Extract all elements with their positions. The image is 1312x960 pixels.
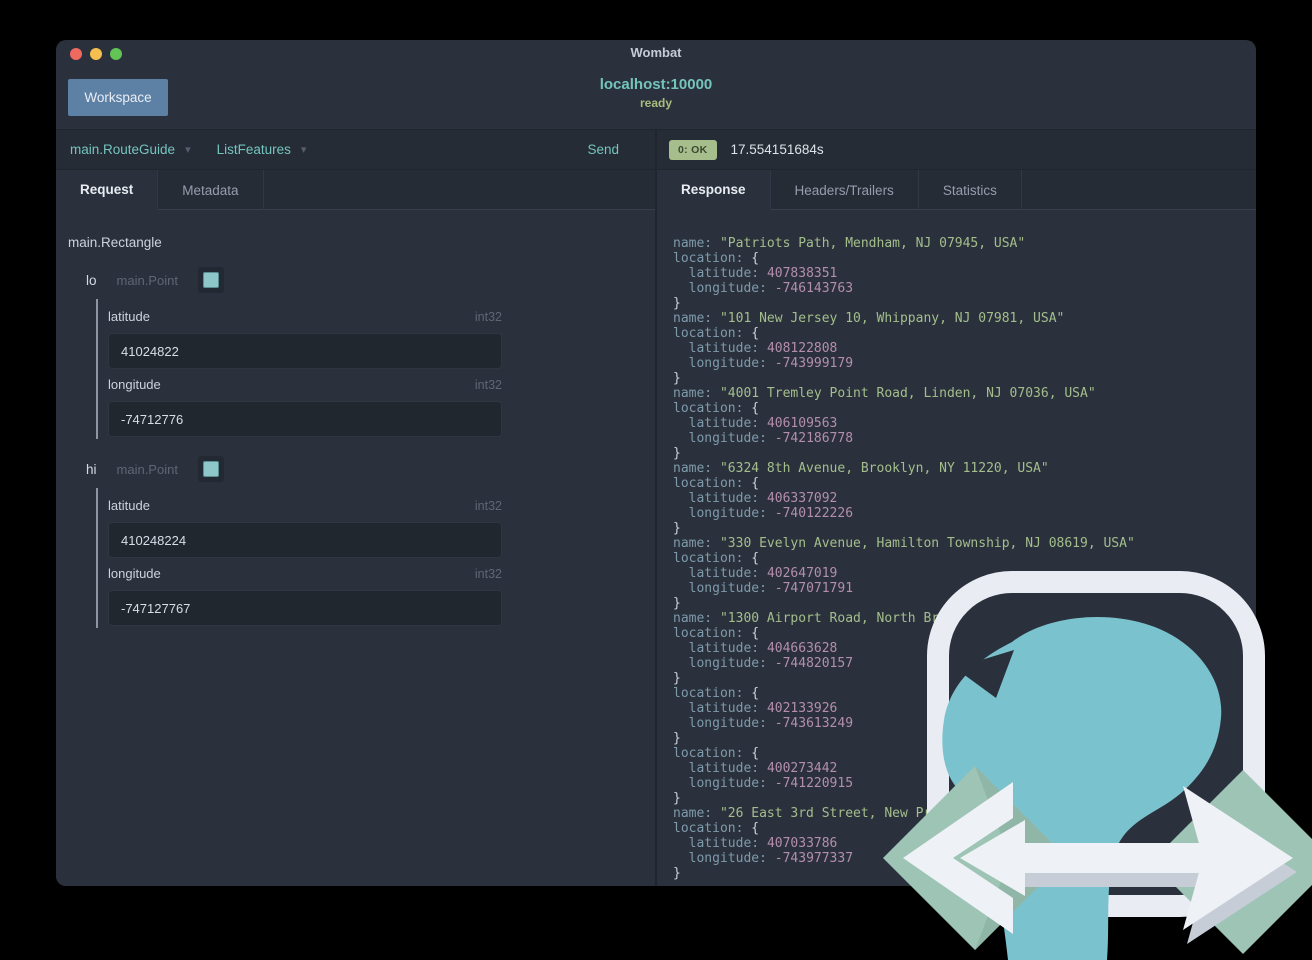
main-split: main.RouteGuide ▾ ListFeatures ▾ Send Re… xyxy=(56,130,1256,886)
titlebar: Wombat xyxy=(56,40,1256,68)
lo-present-checkbox[interactable] xyxy=(197,267,224,293)
hi-present-checkbox[interactable] xyxy=(197,456,224,482)
request-tabbar: Request Metadata xyxy=(56,170,655,210)
field-label: longitude xyxy=(108,566,161,581)
field-group-lo: lo main.Point latitude int32 41024822 lo… xyxy=(68,267,655,439)
field-type-badge: int32 xyxy=(474,499,502,513)
group-header: hi main.Point xyxy=(86,456,655,482)
field-label: longitude xyxy=(108,377,161,392)
message-type-label: main.Rectangle xyxy=(68,235,162,250)
send-button[interactable]: Send xyxy=(587,142,619,157)
tab-headers-trailers[interactable]: Headers/Trailers xyxy=(771,170,919,210)
status-badge: 0: OK xyxy=(669,139,717,160)
response-output: name: "Patriots Path, Mendham, NJ 07945,… xyxy=(673,236,1135,881)
desktop: Wombat Workspace localhost:10000 ready m… xyxy=(0,0,1312,960)
request-form: main.Rectangle lo main.Point latitude in… xyxy=(56,210,655,628)
lo-longitude-input[interactable] xyxy=(108,401,502,437)
field-type-badge: int32 xyxy=(474,567,502,581)
response-tabbar: Response Headers/Trailers Statistics xyxy=(657,170,1256,210)
request-content: main.Rectangle lo main.Point latitude in… xyxy=(56,210,655,886)
checkbox-checked-icon xyxy=(202,461,219,477)
request-pane: main.RouteGuide ▾ ListFeatures ▾ Send Re… xyxy=(56,130,655,886)
field-name: lo xyxy=(86,272,97,288)
field-label: latitude xyxy=(108,309,150,324)
method-select[interactable]: ListFeatures xyxy=(217,142,291,157)
response-pane: 0: OK 17.554151684s Response Headers/Tra… xyxy=(655,130,1256,886)
server-status: ready xyxy=(639,96,673,110)
tab-metadata[interactable]: Metadata xyxy=(158,170,264,210)
field-label: latitude xyxy=(108,498,150,513)
lo-latitude-input[interactable] xyxy=(108,333,502,369)
nested-fields: latitude int32 longitude int32 xyxy=(96,488,655,628)
tab-statistics[interactable]: Statistics xyxy=(919,170,1022,210)
window-title: Wombat xyxy=(630,45,682,60)
server-address: localhost:10000 xyxy=(599,76,713,93)
hi-longitude-input[interactable] xyxy=(108,590,502,626)
service-select[interactable]: main.RouteGuide xyxy=(70,142,175,157)
field-type-badge: int32 xyxy=(474,378,502,392)
app-header: Workspace localhost:10000 ready xyxy=(56,68,1256,130)
response-toolbar: 0: OK 17.554151684s xyxy=(657,130,1256,170)
response-content[interactable]: name: "Patriots Path, Mendham, NJ 07945,… xyxy=(657,210,1256,886)
tab-request[interactable]: Request xyxy=(56,170,159,210)
tab-response[interactable]: Response xyxy=(657,170,771,210)
hi-latitude-input[interactable] xyxy=(108,522,502,558)
checkbox-checked-icon xyxy=(202,272,219,288)
nested-fields: latitude int32 longitude int32 xyxy=(96,299,655,439)
group-header: lo main.Point xyxy=(86,267,655,293)
field-name: hi xyxy=(86,461,97,477)
field-type-badge: int32 xyxy=(474,310,502,324)
app-window: Wombat Workspace localhost:10000 ready m… xyxy=(56,40,1256,886)
call-duration: 17.554151684s xyxy=(730,142,824,157)
field-type: main.Point xyxy=(116,461,178,477)
chevron-down-icon[interactable]: ▾ xyxy=(301,143,307,156)
field-group-hi: hi main.Point latitude int32 410248224 l… xyxy=(68,456,655,628)
chevron-down-icon[interactable]: ▾ xyxy=(185,143,191,156)
field-type: main.Point xyxy=(116,272,178,288)
server-info: localhost:10000 ready xyxy=(56,76,1256,110)
request-toolbar: main.RouteGuide ▾ ListFeatures ▾ Send xyxy=(56,130,655,170)
